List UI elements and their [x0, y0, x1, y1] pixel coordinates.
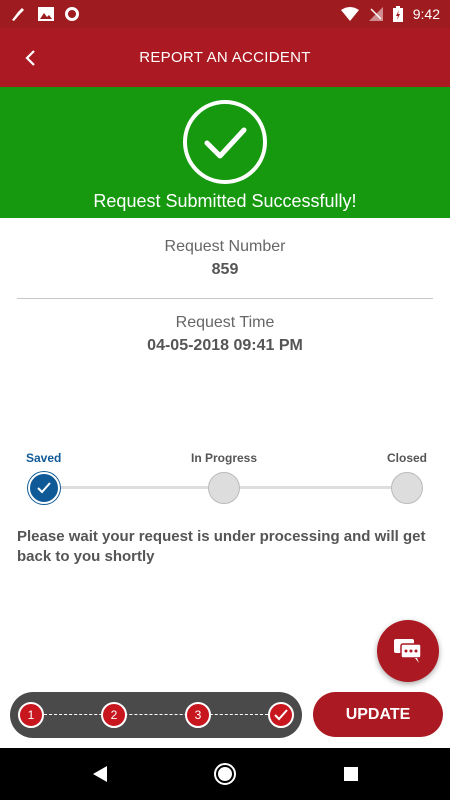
square-recents-icon [344, 767, 358, 781]
page-title: REPORT AN ACCIDENT [139, 49, 311, 66]
step-label-in-progress: In Progress [191, 451, 258, 465]
form-step-3[interactable]: 3 [185, 702, 211, 728]
update-button[interactable]: UPDATE [313, 692, 443, 737]
nav-home-button[interactable] [211, 760, 239, 788]
check-icon [274, 709, 288, 721]
form-step-2[interactable]: 2 [101, 702, 127, 728]
image-icon [38, 7, 54, 21]
back-button[interactable] [0, 28, 60, 87]
status-time: 9:42 [412, 6, 440, 22]
form-step-1[interactable]: 1 [18, 702, 44, 728]
chat-icon [394, 639, 422, 663]
request-number-value: 859 [211, 261, 239, 278]
request-time-block: Request Time 04-05-2018 09:41 PM [0, 314, 450, 355]
step-label-closed: Closed [387, 451, 428, 465]
app-bar: REPORT AN ACCIDENT [0, 28, 450, 87]
step-dot-in-progress [208, 472, 240, 504]
success-banner: Request Submitted Successfully! [0, 87, 450, 218]
form-step-indicator: 1 2 3 [10, 692, 302, 738]
step-dot-closed [391, 472, 423, 504]
no-sim-icon [368, 7, 383, 21]
check-icon [37, 482, 51, 494]
step-label-saved: Saved [26, 451, 62, 465]
form-step-done[interactable] [268, 702, 294, 728]
request-number-block: Request Number 859 [0, 238, 450, 279]
chevron-left-icon [25, 49, 35, 66]
status-left [10, 6, 80, 22]
step-dot-saved [28, 472, 60, 504]
battery-charging-icon [392, 6, 403, 22]
request-number-label: Request Number [164, 238, 286, 255]
status-right: 9:42 [340, 6, 440, 22]
check-circle-icon [183, 100, 267, 184]
request-time-value: 04-05-2018 09:41 PM [147, 337, 303, 354]
status-bar: 9:42 [0, 0, 450, 28]
divider [17, 298, 433, 299]
step-connector [34, 714, 278, 715]
success-message: Request Submitted Successfully! [93, 191, 357, 211]
system-nav-bar [0, 748, 450, 800]
request-time-label: Request Time [175, 314, 275, 331]
nav-recents-button[interactable] [337, 760, 365, 788]
processing-message: Please wait your request is under proces… [17, 528, 426, 565]
cleaner-icon [12, 8, 24, 21]
triangle-back-icon [93, 766, 107, 782]
chat-button[interactable] [377, 620, 439, 682]
nav-back-button[interactable] [86, 760, 114, 788]
record-icon [65, 7, 79, 21]
circle-home-icon [214, 763, 236, 785]
wifi-icon [340, 7, 359, 21]
